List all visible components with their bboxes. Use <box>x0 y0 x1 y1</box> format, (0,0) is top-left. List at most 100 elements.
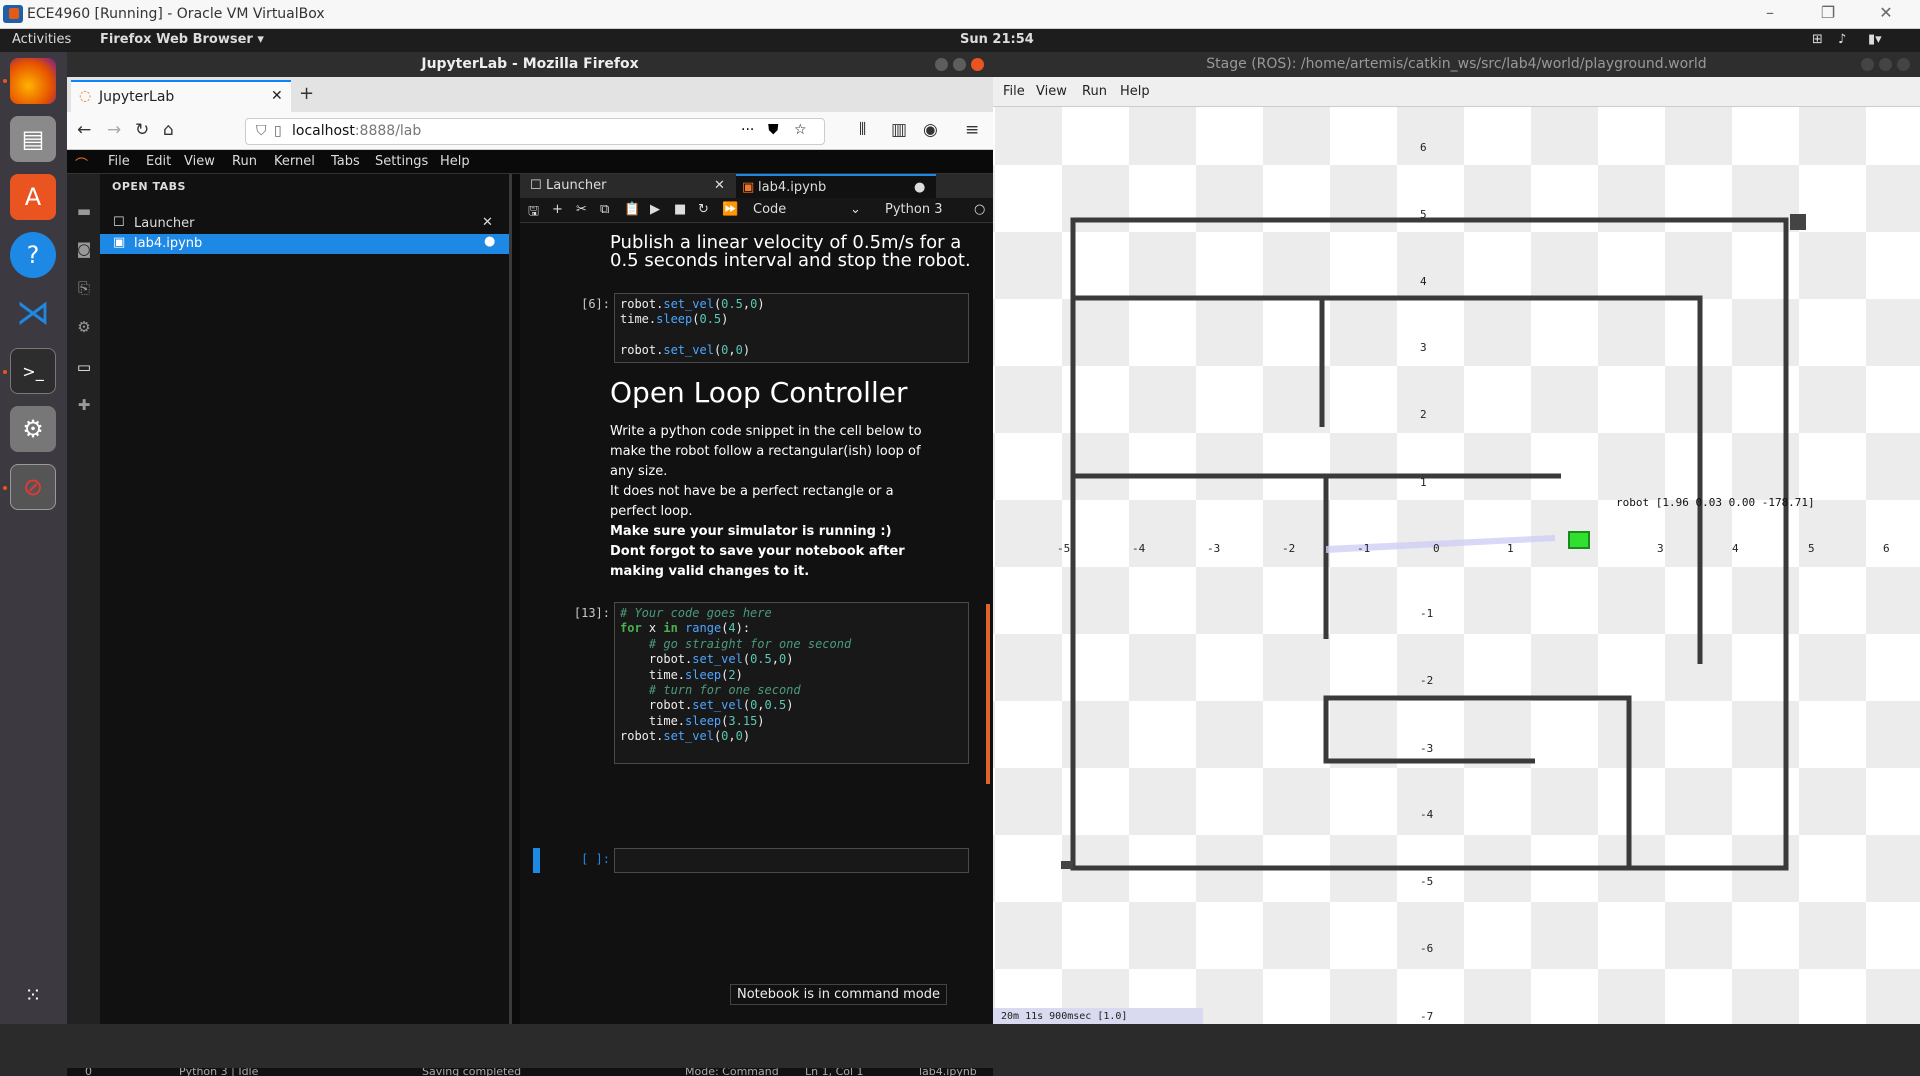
pocket-icon[interactable]: ⛊ <box>768 122 779 138</box>
menu-run[interactable]: Run <box>232 154 257 169</box>
cut-icon[interactable]: ✂ <box>576 202 587 217</box>
clock[interactable]: Sun 21:54 <box>960 32 1034 47</box>
save-icon[interactable]: 🖫 <box>528 202 539 224</box>
restart-icon[interactable]: ↻ <box>698 202 709 217</box>
nb-tab-lab4[interactable]: ▣ lab4.ipynb ● <box>736 174 936 198</box>
menu-file[interactable]: File <box>108 154 130 169</box>
scrollbar-thumb[interactable] <box>986 604 990 784</box>
virtualbox-dock-icon[interactable]: ⊘ <box>10 464 56 510</box>
stage-menu-view[interactable]: View <box>1036 84 1067 99</box>
menu-edit[interactable]: Edit <box>146 154 171 169</box>
stage-maximize-icon[interactable] <box>1879 58 1892 71</box>
launcher-icon: ☐ <box>113 215 125 230</box>
new-tab-icon[interactable]: + <box>299 83 314 104</box>
stage-close-icon[interactable] <box>1897 58 1910 71</box>
run-icon[interactable]: ▶ <box>650 202 660 217</box>
network-icon[interactable]: ⊞ <box>1812 32 1823 47</box>
menu-tabs[interactable]: Tabs <box>331 154 360 169</box>
open-tabs-icon[interactable]: ▭ <box>74 358 94 378</box>
open-tab-lab4[interactable]: ▣ lab4.ipynb ● <box>100 234 509 254</box>
robot-pose-label: robot [1.96 0.03 0.00 -178.71] <box>1616 496 1815 509</box>
code-cell-13[interactable]: # Your code goes here for x in range(4): … <box>614 602 969 764</box>
running-icon[interactable]: ◙ <box>74 240 94 260</box>
url-bar[interactable]: ⛉ ▯ localhost:8888/lab ··· ⛊ ☆ <box>245 118 825 145</box>
account-icon[interactable]: ◉ <box>923 120 938 140</box>
software-icon[interactable]: A <box>10 174 56 220</box>
kernel-status-icon: ○ <box>974 202 986 217</box>
stop-icon[interactable]: ■ <box>674 202 686 217</box>
world-map: 654321 -1-2-3-4-5-6-7 -5 -4 -3 -2 -1 0 13456 … <box>993 107 1920 1024</box>
home-icon[interactable]: ⌂ <box>163 120 174 140</box>
empty-code-cell[interactable] <box>614 848 969 873</box>
extension-icon[interactable]: ✚ <box>74 396 94 416</box>
menu-help[interactable]: Help <box>440 154 470 169</box>
copy-icon[interactable]: ⧉ <box>600 202 609 217</box>
help-icon[interactable]: ? <box>10 232 56 278</box>
folder-icon[interactable]: ▬ <box>74 202 94 222</box>
code-cell-6[interactable]: robot.set_vel(0.5,0) time.sleep(0.5) robot… <box>614 293 969 363</box>
markdown-cell[interactable]: Publish a linear velocity of 0.5m/s for … <box>610 234 980 270</box>
paragraph-2: It does not have be a perfect rectangle … <box>610 484 894 519</box>
tab-close-icon[interactable]: ✕ <box>271 88 283 104</box>
stage-menu-run[interactable]: Run <box>1082 84 1107 99</box>
ff-maximize-icon[interactable] <box>953 58 966 71</box>
forward-icon[interactable]: → <box>107 120 121 140</box>
ff-close-icon[interactable] <box>971 58 984 71</box>
gnome-top-bar: Activities Firefox Web Browser ▾ Sun 21:… <box>0 29 1920 52</box>
close-icon[interactable]: ✕ <box>1874 3 1898 22</box>
svg-text:-3: -3 <box>1207 542 1220 555</box>
chevron-down-icon[interactable]: ⌄ <box>850 202 861 217</box>
sidebar-icon[interactable]: ▥ <box>891 120 907 140</box>
stage-minimize-icon[interactable] <box>1861 58 1874 71</box>
open-tab-launcher[interactable]: ☐ Launcher ✕ <box>100 214 509 234</box>
menu-kernel[interactable]: Kernel <box>274 154 315 169</box>
ff-minimize-icon[interactable] <box>935 58 948 71</box>
dock: ▤ A ? ⋊ >_ ⚙ ⊘ ⁙ <box>0 52 67 1024</box>
close-tab-icon[interactable]: ✕ <box>482 215 493 230</box>
library-icon[interactable]: ⫴ <box>859 120 866 140</box>
menu-icon[interactable]: ≡ <box>965 120 979 140</box>
terminal-icon[interactable]: >_ <box>10 348 56 394</box>
svg-text:5: 5 <box>1420 208 1427 221</box>
ff-tab-jupyterlab[interactable]: ◌ JupyterLab ✕ <box>71 80 291 112</box>
firefox-icon[interactable] <box>10 58 56 104</box>
vscode-icon[interactable]: ⋊ <box>10 290 56 336</box>
svg-text:0: 0 <box>1433 542 1440 555</box>
svg-text:1: 1 <box>1420 476 1427 489</box>
battery-icon[interactable]: ▮▾ <box>1868 32 1882 47</box>
paste-icon[interactable]: 📋 <box>624 202 640 217</box>
stage-canvas[interactable]: 654321 -1 -2 -3 -4 -5 -6 -7 -5 -4 -3 -2 -1 0 13456 … <box>993 107 1920 1024</box>
cell-type-select[interactable]: Code <box>753 202 786 217</box>
svg-text:4: 4 <box>1420 275 1427 288</box>
notebook-toolbar: 🖫 + ✂ ⧉ 📋 ▶ ■ ↻ ⏩ Code ⌄ Python 3 ○ <box>520 198 993 223</box>
commands-icon[interactable]: ⎘ <box>74 279 94 299</box>
reload-icon[interactable]: ↻ <box>135 120 149 140</box>
notebook-tab-icon: ▣ <box>742 180 755 195</box>
stage-menu-file[interactable]: File <box>1003 84 1025 99</box>
svg-text:-3: -3 <box>1420 742 1433 755</box>
settings-icon[interactable]: ⚙ <box>10 406 56 452</box>
fast-forward-icon[interactable]: ⏩ <box>722 202 738 217</box>
back-icon[interactable]: ← <box>77 120 91 140</box>
menu-view[interactable]: View <box>184 154 215 169</box>
menu-settings[interactable]: Settings <box>375 154 428 169</box>
cell-prompt: [6]: <box>581 297 610 311</box>
restore-icon[interactable]: ❐ <box>1816 3 1840 22</box>
app-menu[interactable]: Firefox Web Browser ▾ <box>100 32 264 47</box>
volume-icon[interactable]: ♪ <box>1838 32 1846 47</box>
show-apps-icon[interactable]: ⁙ <box>10 972 56 1018</box>
insert-cell-icon[interactable]: + <box>552 202 563 217</box>
stage-menu-help[interactable]: Help <box>1120 84 1150 99</box>
notebook-body: Publish a linear velocity of 0.5m/s for … <box>520 224 993 1024</box>
nb-tab-close-icon[interactable]: ✕ <box>714 174 725 198</box>
robot-icon[interactable] <box>1568 531 1590 549</box>
bookmark-star-icon[interactable]: ☆ <box>794 122 807 138</box>
nb-tab-launcher[interactable]: ☐ Launcher ✕ <box>524 174 734 198</box>
activities-button[interactable]: Activities <box>12 32 71 47</box>
kernel-name[interactable]: Python 3 <box>885 202 942 217</box>
property-inspector-icon[interactable]: ⚙ <box>74 318 94 338</box>
page-actions-icon[interactable]: ··· <box>741 122 754 138</box>
unsaved-dot-icon: ● <box>484 234 496 249</box>
minimize-icon[interactable]: – <box>1758 3 1782 22</box>
files-icon[interactable]: ▤ <box>10 116 56 162</box>
